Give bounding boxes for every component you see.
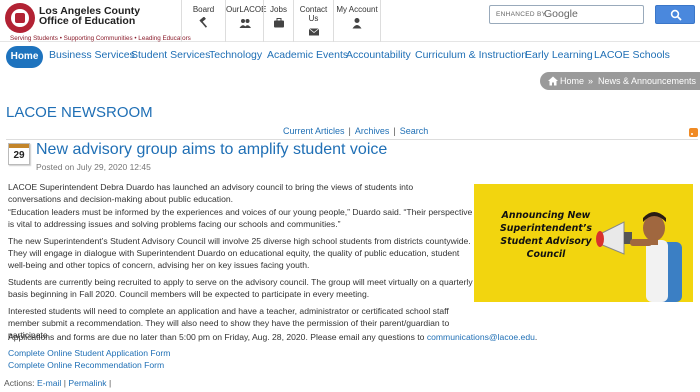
rss-icon[interactable] — [689, 128, 698, 137]
breadcrumb: Home » News & Announcements — [540, 72, 700, 90]
lacoe-logo[interactable]: Los Angeles County Office of Education S… — [5, 3, 191, 42]
divider — [6, 139, 698, 140]
nav-curriculum-instruction[interactable]: Curriculum & Instruction — [415, 49, 527, 61]
search-engine-label: Google — [544, 8, 578, 20]
nav-business-services[interactable]: Business Services — [49, 49, 135, 61]
deadline-text: Applications and forms are due no later … — [8, 332, 427, 342]
date-badge: 29 — [8, 143, 30, 165]
current-articles-link[interactable]: Current Articles — [283, 126, 345, 136]
breadcrumb-separator: » — [588, 76, 594, 86]
user-icon — [351, 17, 363, 29]
nav-lacoe-schools[interactable]: LACOE Schools — [594, 49, 670, 61]
link-divider: | — [348, 126, 351, 136]
link-divider: | — [393, 126, 396, 136]
tagline: Serving Students • Supporting Communitie… — [10, 35, 191, 42]
utility-nav: Board OurLACOE Jobs Contact Us My Accoun… — [181, 0, 381, 42]
permalink-action-link[interactable]: Permalink — [68, 378, 106, 388]
search-icon — [670, 9, 682, 21]
promo-text: Announcing New Superintendent’s Student … — [500, 210, 592, 260]
deadline-end: . — [534, 332, 538, 342]
utility-ourlacoe[interactable]: OurLACOE — [225, 0, 267, 42]
nav-academic-events[interactable]: Academic Events — [267, 49, 348, 61]
actions-label: Actions: — [4, 378, 35, 388]
org-name-line2: Office of Education — [39, 15, 136, 27]
search-enhanced-label: ENHANCED BY — [496, 11, 547, 18]
briefcase-icon — [273, 17, 285, 29]
utility-account-label: My Account — [336, 5, 378, 14]
article-paragraph: “Education leaders must be informed by t… — [8, 207, 473, 229]
search-input[interactable]: ENHANCED BY Google — [489, 5, 644, 24]
student-application-link[interactable]: Complete Online Student Application Form — [8, 348, 170, 358]
gavel-icon — [198, 17, 210, 29]
article-title[interactable]: New advisory group aims to amplify stude… — [36, 141, 387, 159]
nav-accountability[interactable]: Accountability — [346, 49, 411, 61]
utility-jobs[interactable]: Jobs — [263, 0, 293, 42]
seal-icon — [5, 3, 35, 33]
email-link[interactable]: communications@lacoe.edu — [427, 332, 535, 342]
nav-student-services[interactable]: Student Services — [131, 49, 210, 61]
article-paragraph-deadline: Applications and forms are due no later … — [8, 331, 608, 343]
main-nav: Home Business Services Student Services … — [0, 44, 700, 72]
utility-jobs-label: Jobs — [270, 5, 287, 14]
recommendation-form-link[interactable]: Complete Online Recommendation Form — [8, 360, 164, 370]
utility-board-label: Board — [192, 5, 215, 14]
article-paragraph: LACOE Superintendent Debra Duardo has la… — [8, 182, 414, 204]
search-link[interactable]: Search — [400, 126, 429, 136]
email-action-link[interactable]: E-mail — [37, 378, 61, 388]
home-icon — [547, 75, 559, 87]
utility-ourlacoe-label: OurLACOE — [226, 5, 267, 14]
users-icon — [239, 17, 251, 29]
utility-contact[interactable]: Contact Us — [293, 0, 333, 42]
nav-early-learning[interactable]: Early Learning — [525, 49, 593, 61]
page-title: LACOE NEWSROOM — [6, 104, 153, 121]
article-posted-date: Posted on July 29, 2020 12:45 — [36, 162, 151, 172]
top-bar: Los Angeles County Office of Education S… — [0, 0, 700, 42]
article-paragraph: Students are currently being recruited t… — [8, 277, 473, 299]
search-button[interactable] — [655, 5, 695, 24]
envelope-icon — [308, 26, 320, 38]
calendar-icon — [9, 144, 29, 148]
article-actions: Actions: E-mail | Permalink | — [4, 378, 112, 388]
nav-technology[interactable]: Technology — [209, 49, 262, 61]
article-links: Current Articles | Archives | Search — [283, 126, 428, 136]
breadcrumb-home[interactable]: Home — [560, 72, 584, 90]
nav-home[interactable]: Home — [6, 46, 43, 68]
article-paragraph: The new Superintendent’s Student Advisor… — [8, 236, 471, 270]
utility-contact-label: Contact Us — [299, 5, 328, 23]
date-day: 29 — [13, 150, 25, 161]
breadcrumb-current[interactable]: News & Announcements — [598, 72, 696, 90]
utility-board[interactable]: Board — [181, 0, 225, 42]
promo-image: Announcing New Superintendent’s Student … — [474, 184, 693, 302]
archives-link[interactable]: Archives — [355, 126, 390, 136]
utility-account[interactable]: My Account — [333, 0, 381, 42]
